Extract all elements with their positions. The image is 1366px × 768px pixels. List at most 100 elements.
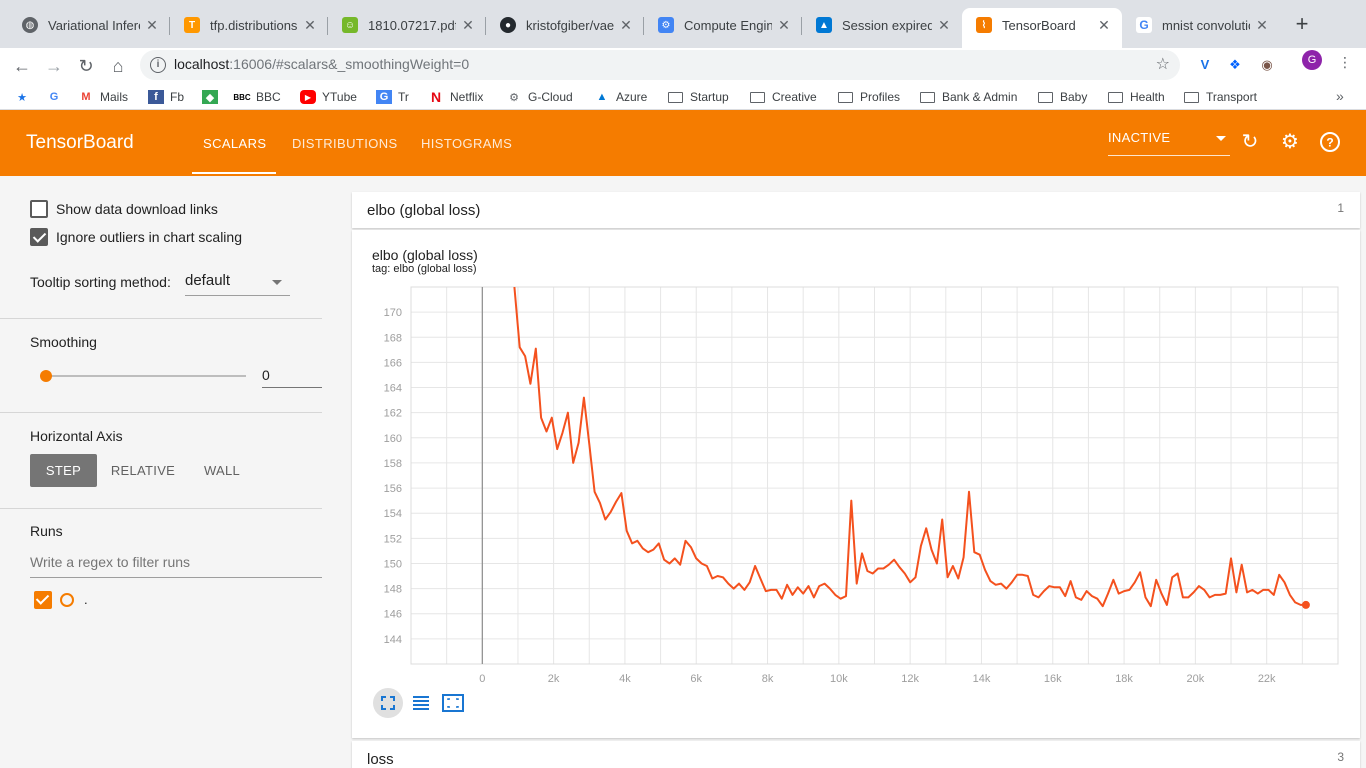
back-button[interactable]: ← xyxy=(8,52,36,80)
bookmark-gcloud[interactable]: ⚙ G-Cloud xyxy=(506,84,573,110)
bookmark-folder-bank-admin[interactable]: Bank & Admin xyxy=(920,84,1017,110)
forward-button[interactable]: → xyxy=(40,52,68,80)
axis-step-button[interactable]: STEP xyxy=(30,454,97,487)
browser-tab-active[interactable]: ⌇ TensorBoard ✕ xyxy=(962,8,1122,48)
x-tick-label: 4k xyxy=(619,673,631,685)
owl-extension-icon[interactable]: ◉ xyxy=(1256,54,1278,76)
bookmark-google[interactable]: G xyxy=(46,84,68,110)
new-tab-button[interactable]: + xyxy=(1290,12,1314,36)
folder-icon xyxy=(1108,91,1123,103)
svg-text:?: ? xyxy=(1326,136,1333,150)
bookmark-tr[interactable]: G Tr xyxy=(376,84,409,110)
reload-button[interactable]: ↻ xyxy=(72,52,100,80)
close-icon[interactable]: ✕ xyxy=(144,17,160,34)
bookmark-folder-creative[interactable]: Creative xyxy=(750,84,817,110)
axis-wall-button[interactable]: WALL xyxy=(194,454,250,487)
browser-tab[interactable]: ● kristofgiber/vae- ✕ xyxy=(486,8,644,42)
chrome-menu-icon[interactable]: ⋮ xyxy=(1338,54,1352,71)
close-icon[interactable]: ✕ xyxy=(460,17,476,34)
tooltip-sorting-select[interactable]: default xyxy=(185,272,290,296)
y-tick-label: 146 xyxy=(384,609,402,621)
bookmarks-overflow-icon[interactable]: » xyxy=(1336,88,1344,104)
home-button[interactable]: ⌂ xyxy=(104,52,132,80)
bookmark-ytube[interactable]: ▶ YTube xyxy=(300,84,357,110)
tab-scalars[interactable]: SCALARS xyxy=(203,136,267,151)
tab-histograms[interactable]: HISTOGRAMS xyxy=(421,136,512,151)
bookmark-azure[interactable]: ▲ Azure xyxy=(594,84,648,110)
browser-tab[interactable]: G mnist convolutio ✕ xyxy=(1122,8,1280,42)
azure-icon: ▲ xyxy=(596,91,608,103)
ignore-outliers-checkbox[interactable] xyxy=(30,228,48,246)
close-icon[interactable]: ✕ xyxy=(618,17,634,34)
category-count: 3 xyxy=(1337,750,1344,764)
browser-tab[interactable]: T tfp.distributions. ✕ xyxy=(170,8,328,42)
bookmark-folder-baby[interactable]: Baby xyxy=(1038,84,1087,110)
tensorboard-icon: ⌇ xyxy=(976,17,992,33)
address-bar[interactable]: i localhost:16006/#scalars&_smoothingWei… xyxy=(140,50,1180,80)
bookmark-maps[interactable]: ◆ xyxy=(202,84,224,110)
help-icon[interactable]: ? xyxy=(1318,130,1342,154)
bookmark-fb[interactable]: f Fb xyxy=(148,84,184,110)
tab-distributions[interactable]: DISTRIBUTIONS xyxy=(292,136,398,151)
bookmark-star-icon[interactable]: ☆ xyxy=(1156,54,1170,74)
pdf-icon: ☺ xyxy=(342,17,358,33)
runs-filter-input[interactable]: Write a regex to filter runs xyxy=(30,554,322,578)
bookmark-folder-health[interactable]: Health xyxy=(1108,84,1165,110)
close-icon[interactable]: ✕ xyxy=(776,17,792,34)
browser-tab[interactable]: ◍ Variational Infere ✕ xyxy=(8,8,170,42)
y-tick-label: 162 xyxy=(384,408,402,420)
star-icon: ★ xyxy=(17,91,27,104)
line-chart[interactable]: 144 146 148 150 152 154 156 158 160 162 164 166 168 1… xyxy=(352,230,1360,738)
chevron-down-icon xyxy=(1216,136,1226,141)
browser-tab[interactable]: ▲ Session expired ✕ xyxy=(802,8,962,42)
x-tick-label: 8k xyxy=(762,673,774,685)
last-point-marker xyxy=(1301,600,1310,609)
gcp-icon: ⚙ xyxy=(658,17,674,33)
run-checkbox[interactable] xyxy=(34,591,52,609)
close-icon[interactable]: ✕ xyxy=(302,17,318,34)
close-icon[interactable]: ✕ xyxy=(936,17,952,34)
active-tab-indicator xyxy=(192,172,276,174)
show-download-links-checkbox[interactable] xyxy=(30,200,48,218)
bookmark-bbc[interactable]: BBC BBC xyxy=(233,84,280,110)
dropbox-extension-icon[interactable]: ❖ xyxy=(1224,54,1246,76)
close-icon[interactable]: ✕ xyxy=(1254,17,1270,34)
y-tick-label: 152 xyxy=(384,533,402,545)
run-color-swatch[interactable] xyxy=(60,593,74,607)
gmail-icon: M xyxy=(81,91,91,103)
bookmark-netflix[interactable]: N Netflix xyxy=(428,84,483,110)
bookmark-star[interactable]: ★ xyxy=(14,84,36,110)
x-tick-label: 20k xyxy=(1187,673,1205,685)
category-header-elbo[interactable]: elbo (global loss) 1 xyxy=(352,192,1360,228)
close-icon[interactable]: ✕ xyxy=(1096,17,1112,34)
category-header-loss[interactable]: loss 3 xyxy=(352,741,1360,768)
google-icon: G xyxy=(1136,17,1152,33)
smoothing-slider-thumb[interactable] xyxy=(40,370,52,382)
bookmark-folder-startup[interactable]: Startup xyxy=(668,84,729,110)
bookmark-folder-transport[interactable]: Transport xyxy=(1184,84,1257,110)
bookmarks-bar: ★ G M Mails f Fb ◆ BBC BBC ▶ YTube G Tr N Netf… xyxy=(0,84,1366,110)
x-tick-label: 0 xyxy=(479,673,485,685)
y-tick-label: 144 xyxy=(384,634,402,646)
folder-icon xyxy=(920,91,935,103)
browser-tab[interactable]: ⚙ Compute Engine ✕ xyxy=(644,8,802,42)
site-info-icon[interactable]: i xyxy=(150,57,166,73)
globe-icon: ◍ xyxy=(22,17,38,33)
azure-icon: ▲ xyxy=(816,17,832,33)
browser-tab[interactable]: ☺ 1810.07217.pdf ✕ xyxy=(328,8,486,42)
smoothing-slider-track[interactable] xyxy=(46,375,246,377)
fit-domain-button[interactable] xyxy=(438,688,468,718)
profile-avatar[interactable]: G xyxy=(1302,50,1322,70)
refresh-icon[interactable]: ↻ xyxy=(1238,130,1262,154)
smoothing-input[interactable]: 0 xyxy=(262,362,322,388)
bookmark-mails[interactable]: M Mails xyxy=(78,84,128,110)
youtube-icon: ▶ xyxy=(300,90,316,104)
bookmark-folder-profiles[interactable]: Profiles xyxy=(838,84,900,110)
plugin-status-select[interactable]: INACTIVE xyxy=(1108,130,1230,156)
fullscreen-button[interactable] xyxy=(373,688,403,718)
gear-icon[interactable]: ⚙ xyxy=(1278,130,1302,154)
log-scale-button[interactable] xyxy=(406,688,436,718)
axis-relative-button[interactable]: RELATIVE xyxy=(106,454,180,487)
vimeo-extension-icon[interactable]: V xyxy=(1194,54,1216,76)
y-tick-label: 160 xyxy=(384,433,402,445)
